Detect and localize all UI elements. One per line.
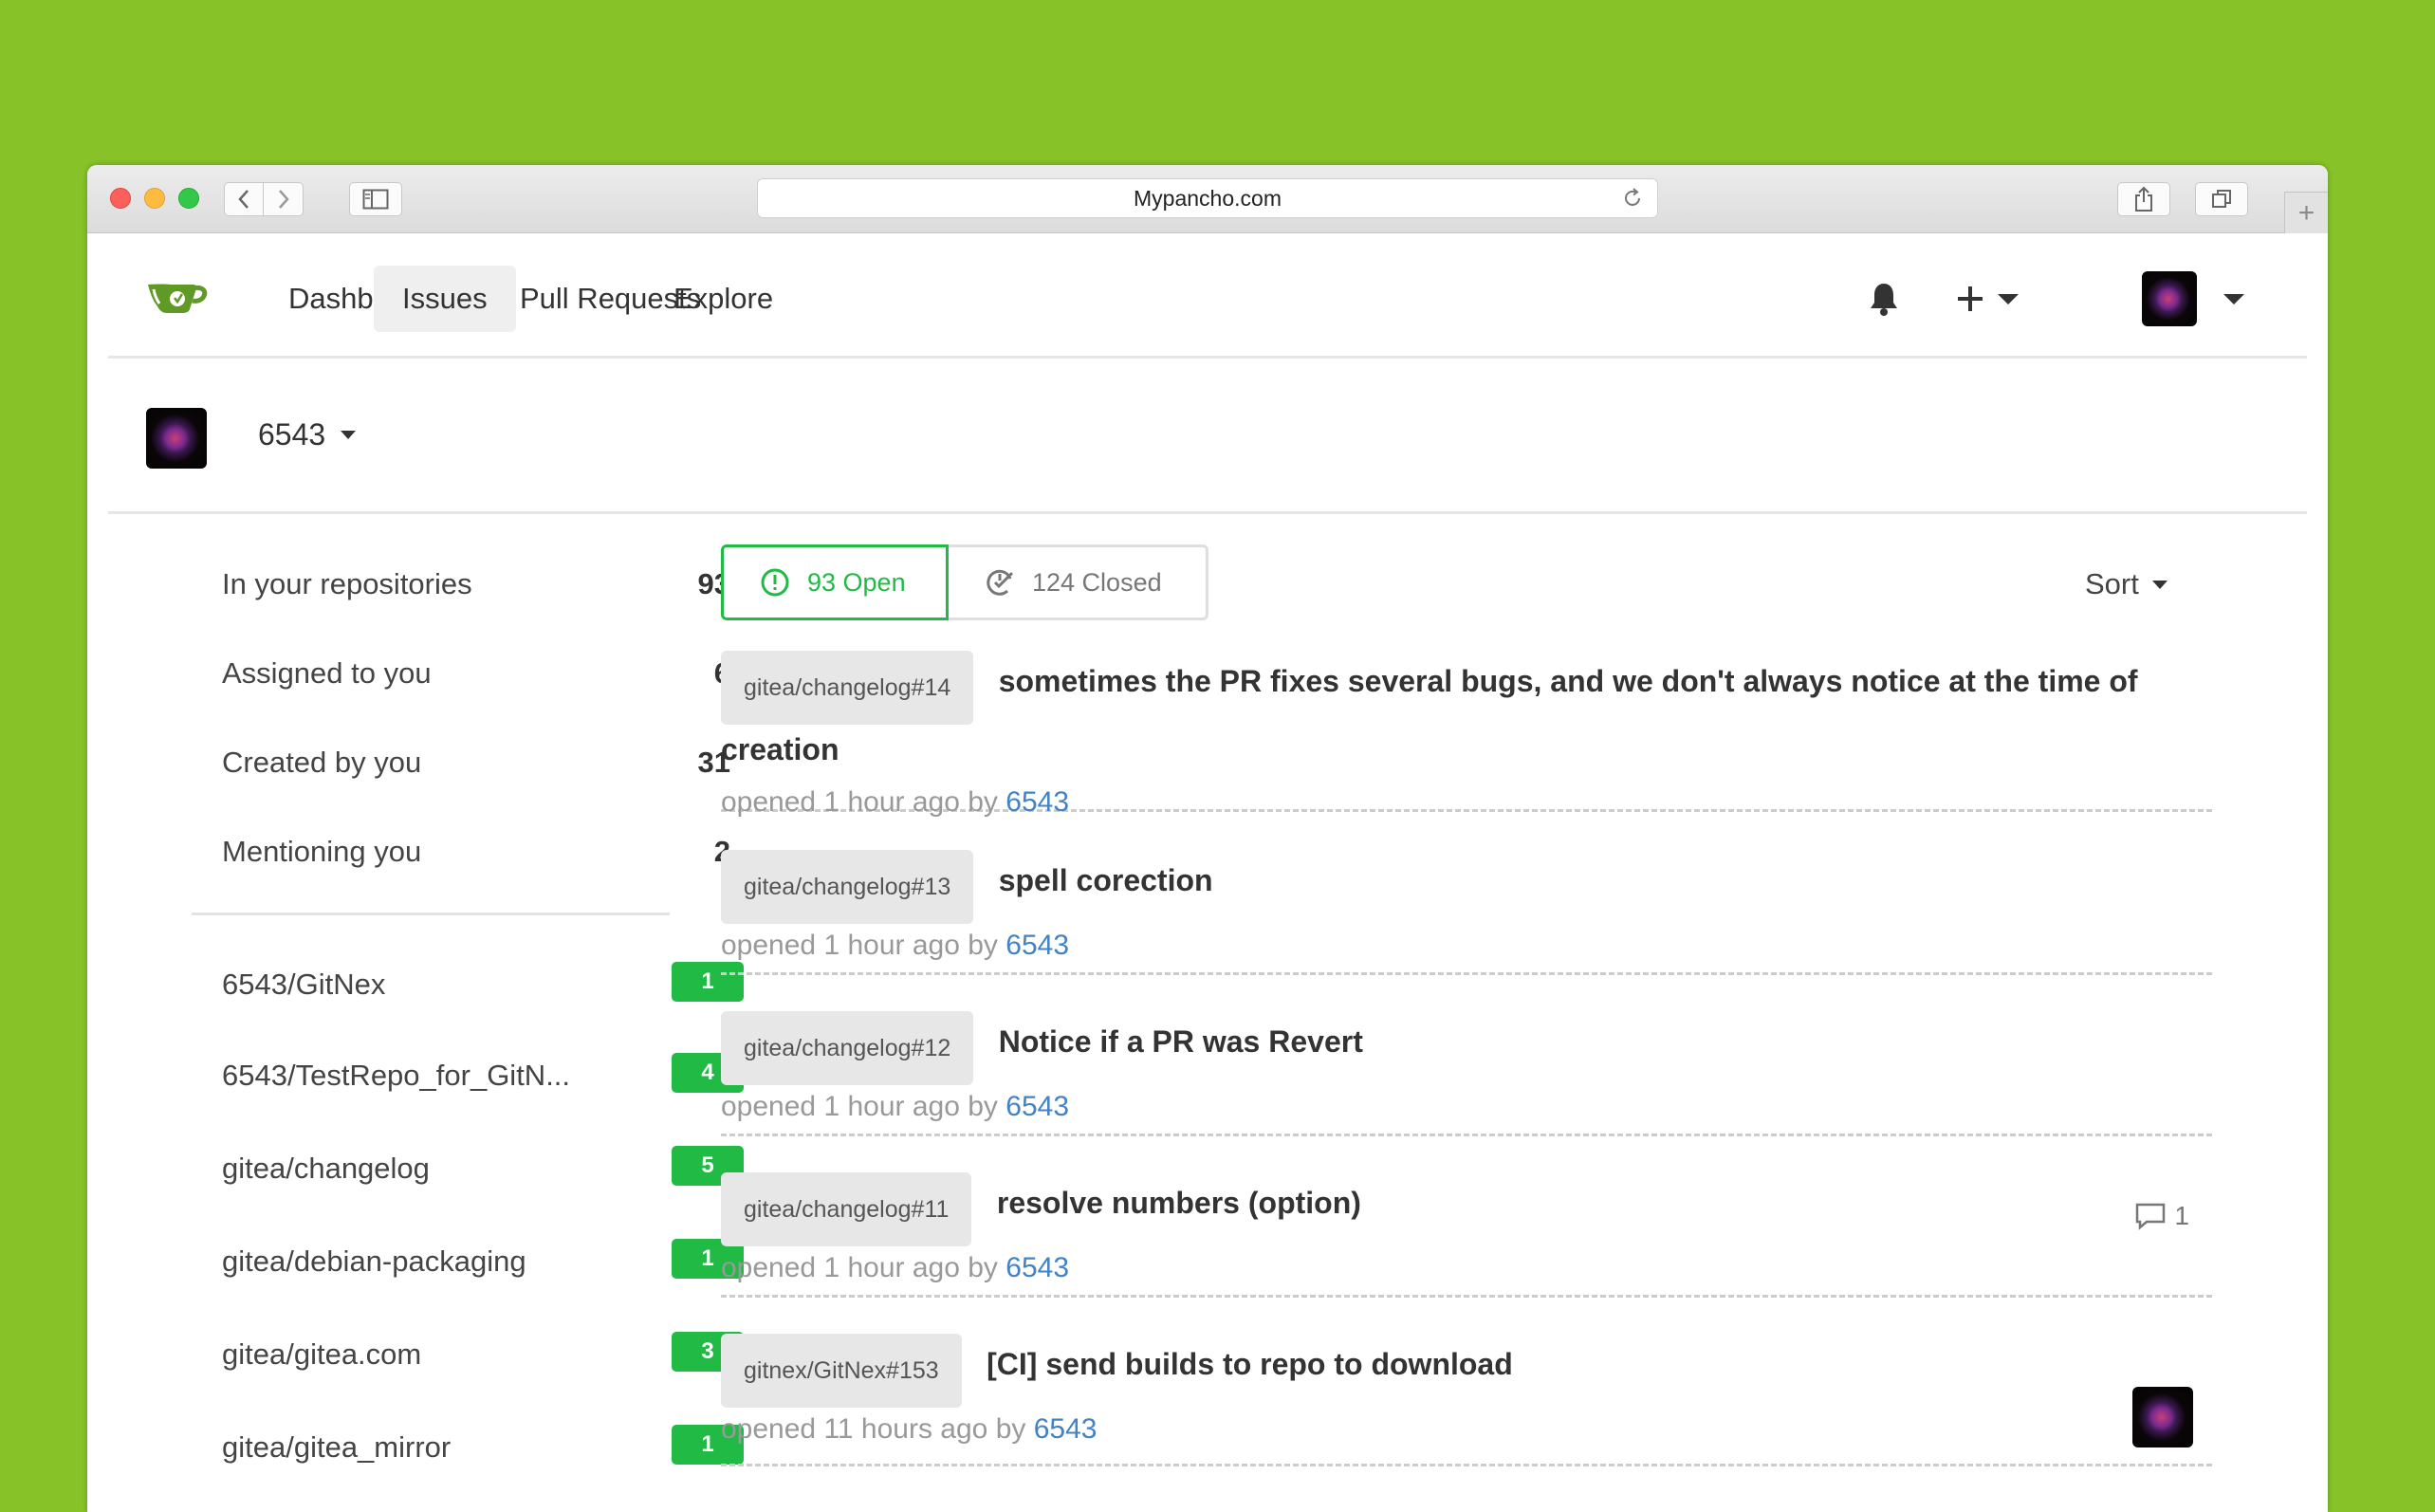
url-text: Mypancho.com — [1134, 185, 1282, 211]
issue-author-link[interactable]: 6543 — [1034, 1413, 1098, 1445]
issue-meta: opened 1 hour ago by 6543 — [721, 1091, 1070, 1122]
plus-icon — [1958, 286, 1983, 311]
issue-item: gitea/changelog#13 spell corection opene… — [721, 850, 2212, 975]
issue-open-icon — [761, 568, 789, 597]
back-button[interactable] — [224, 182, 264, 216]
repo-filter-item[interactable]: 6543/GitNex 1 — [222, 958, 753, 1015]
issue-ref[interactable]: gitea/changelog#12 — [721, 1011, 974, 1085]
issue-meta: opened 11 hours ago by 6543 — [721, 1413, 1098, 1445]
repo-filter-item[interactable]: gitea/changelog 5 — [222, 1142, 753, 1199]
close-window-button[interactable] — [110, 188, 131, 209]
repo-filter-item[interactable]: gitea/debian-packaging 1 — [222, 1235, 753, 1292]
issue-ref[interactable]: gitea/changelog#13 — [721, 850, 974, 924]
sidebar-divider — [192, 913, 670, 915]
issue-author-link[interactable]: 6543 — [1005, 786, 1069, 818]
share-button[interactable] — [2117, 182, 2170, 216]
caret-down-icon — [341, 431, 357, 439]
sidebar-icon — [362, 189, 389, 210]
tabs-icon — [2212, 190, 2231, 208]
gitea-logo[interactable] — [146, 277, 209, 322]
issue-closed-icon — [987, 569, 1014, 596]
issue-title[interactable]: Notice if a PR was Revert — [999, 1024, 1363, 1059]
issue-filter-menu: In your repositories 93 Assigned to you … — [192, 548, 761, 905]
context-user-dropdown[interactable]: 6543 — [258, 417, 357, 452]
sidebar-toggle-button[interactable] — [349, 182, 402, 216]
plus-icon: + — [2297, 196, 2315, 229]
filter-your-repositories[interactable]: In your repositories 93 — [192, 548, 761, 637]
user-avatar — [2142, 271, 2197, 326]
filter-created[interactable]: Created by you 31 — [192, 727, 761, 816]
comment-count[interactable]: 1 — [2134, 1201, 2189, 1231]
issue-meta: opened 1 hour ago by 6543 — [721, 786, 1070, 818]
bell-icon — [1871, 284, 1897, 316]
top-navbar: Dashboard Issues Pull Requests Explore — [108, 233, 2307, 359]
caret-down-icon — [2223, 293, 2244, 304]
nav-explore[interactable]: Explore — [645, 266, 802, 332]
caret-down-icon — [2151, 580, 2168, 589]
issue-meta: opened 1 hour ago by 6543 — [721, 1252, 1070, 1283]
tabs-overview-button[interactable] — [2195, 182, 2248, 216]
comment-icon — [2136, 1203, 2166, 1230]
notifications-button[interactable] — [1867, 266, 1901, 332]
filter-mentioning[interactable]: Mentioning you 2 — [192, 816, 761, 905]
browser-window: Mypancho.com + Dashboard Issues Pull Req… — [87, 165, 2328, 1512]
minimize-window-button[interactable] — [144, 188, 165, 209]
issue-ref[interactable]: gitea/changelog#14 — [721, 651, 974, 725]
issue-item: gitea/changelog#11 resolve numbers (opti… — [721, 1172, 2212, 1298]
issue-title[interactable]: [CI] send builds to repo to download — [987, 1347, 1513, 1381]
repo-filter-item[interactable]: 6543/TestRepo_for_GitN... 4 — [222, 1049, 753, 1106]
issue-title[interactable]: spell corection — [999, 863, 1213, 897]
caret-down-icon — [1998, 293, 2019, 304]
browser-toolbar: Mypancho.com + — [87, 165, 2328, 233]
context-avatar — [146, 408, 207, 469]
forward-icon — [278, 190, 289, 209]
reload-icon[interactable] — [1621, 187, 1644, 210]
closed-issues-tab[interactable]: 124 Closed — [949, 544, 1208, 620]
create-new-button[interactable] — [1956, 266, 2019, 332]
forward-button[interactable] — [264, 182, 304, 216]
issue-item: gitea/changelog#14 sometimes the PR fixe… — [721, 651, 2212, 818]
issue-author-link[interactable]: 6543 — [1005, 1252, 1069, 1283]
issue-author-link[interactable]: 6543 — [1005, 1091, 1069, 1122]
issue-ref[interactable]: gitea/changelog#11 — [721, 1172, 972, 1246]
repo-filter-item[interactable]: gitea/gitea_mirror 1 — [222, 1421, 753, 1478]
issue-meta: opened 1 hour ago by 6543 — [721, 930, 1070, 961]
open-issues-tab[interactable]: 93 Open — [721, 544, 949, 620]
zoom-window-button[interactable] — [178, 188, 199, 209]
filter-assigned[interactable]: Assigned to you 6 — [192, 637, 761, 727]
new-tab-button[interactable]: + — [2284, 192, 2328, 233]
issue-title[interactable]: resolve numbers (option) — [997, 1186, 1361, 1220]
issue-ref[interactable]: gitnex/GitNex#153 — [721, 1334, 962, 1408]
back-icon — [238, 190, 249, 209]
issue-author-link[interactable]: 6543 — [1005, 930, 1069, 961]
user-menu-button[interactable] — [2142, 266, 2244, 332]
repo-filter-item[interactable]: gitea/gitea.com 3 — [222, 1328, 753, 1385]
issue-item: gitnex/GitNex#153 [CI] send builds to re… — [721, 1334, 2212, 1466]
issue-item: gitea/changelog#12 Notice if a PR was Re… — [721, 1011, 2212, 1136]
share-icon — [2135, 186, 2152, 212]
state-toggle: 93 Open 124 Closed — [721, 544, 1208, 620]
address-bar[interactable]: Mypancho.com — [757, 178, 1658, 218]
assignee-avatar[interactable] — [2132, 1387, 2193, 1447]
sort-dropdown[interactable]: Sort — [2085, 567, 2168, 601]
context-switcher: 6543 — [108, 360, 2307, 514]
